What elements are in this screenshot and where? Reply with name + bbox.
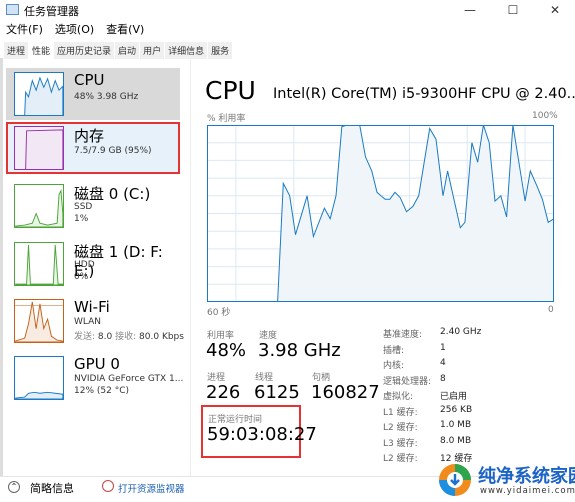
utilization-value: 48% bbox=[206, 340, 246, 361]
watermark-logo bbox=[437, 462, 473, 498]
sidebar-sub2: 0% bbox=[74, 272, 88, 282]
send-value: 8.0 bbox=[98, 332, 112, 342]
sidebar-sub: 7.5/7.9 GB (95%) bbox=[74, 146, 152, 156]
sidebar-sub2: 12% (52 °C) bbox=[74, 386, 129, 396]
close-button[interactable]: ✕ bbox=[535, 0, 575, 20]
minimize-button[interactable]: — bbox=[450, 0, 490, 20]
menu-view[interactable]: 查看(V) bbox=[106, 21, 144, 37]
open-resource-monitor-link[interactable]: 打开资源监视器 bbox=[118, 481, 185, 495]
watermark-text: 纯净系统家园 bbox=[478, 462, 575, 488]
spec-label: L2 缓存: bbox=[383, 451, 418, 464]
cpu-model: Intel(R) Core(TM) i5-9300HF CPU @ 2.40..… bbox=[273, 86, 575, 102]
spec-value: 已启用 bbox=[440, 389, 467, 402]
sidebar-name: 内存 bbox=[74, 125, 104, 146]
chart-ymax-label: 100% bbox=[532, 111, 558, 121]
spec-label: 基准速度: bbox=[383, 327, 422, 340]
sidebar-sub: SSD bbox=[74, 202, 92, 212]
cpu-usage-chart bbox=[207, 125, 554, 302]
sidebar-item-wifi[interactable]: Wi-Fi WLAN 发送: 8.0 接收: 80.0 Kbps bbox=[6, 295, 180, 347]
sidebar-sub: WLAN bbox=[74, 317, 101, 327]
handles-value: 160827 bbox=[311, 382, 380, 403]
tab-bar: 进程 性能 应用历史记录 启动 用户 详细信息 服务 bbox=[4, 42, 233, 59]
tab-app-history[interactable]: 应用历史记录 bbox=[54, 42, 114, 59]
spec-value: 256 KB bbox=[440, 405, 472, 415]
maximize-button[interactable]: ☐ bbox=[493, 0, 533, 20]
sidebar-name: GPU 0 bbox=[74, 355, 120, 373]
spec-value: 8.0 MB bbox=[440, 436, 471, 446]
chevron-up-icon[interactable]: ⌃ bbox=[8, 481, 20, 493]
sidebar-sub2: 1% bbox=[74, 214, 88, 224]
gpu-thumbnail bbox=[14, 356, 64, 400]
tab-startup[interactable]: 启动 bbox=[115, 42, 139, 59]
spec-value: 8 bbox=[440, 374, 446, 384]
chart-xleft-label: 60 秒 bbox=[207, 305, 230, 318]
chart-xright-label: 0 bbox=[548, 305, 554, 315]
spec-label: 虚拟化: bbox=[383, 389, 413, 402]
chart-ylabel: % 利用率 bbox=[207, 111, 245, 124]
sidebar-item-disk1[interactable]: 磁盘 1 (D: F: E:) HDD 0% bbox=[6, 238, 180, 290]
cpu-thumbnail bbox=[14, 72, 64, 116]
tab-services[interactable]: 服务 bbox=[208, 42, 232, 59]
receive-label: 接收: bbox=[115, 332, 136, 342]
spec-value: 1.0 MB bbox=[440, 420, 471, 430]
spec-label: L1 缓存: bbox=[383, 405, 418, 418]
fewer-details-link[interactable]: 简略信息 bbox=[30, 480, 74, 496]
menu-file[interactable]: 文件(F) bbox=[6, 21, 43, 37]
receive-value: 80.0 Kbps bbox=[139, 332, 184, 342]
wifi-thumbnail bbox=[14, 299, 64, 343]
app-icon bbox=[6, 4, 19, 15]
spec-label: 内核: bbox=[383, 358, 404, 371]
tab-processes[interactable]: 进程 bbox=[4, 42, 28, 59]
sidebar-item-gpu[interactable]: GPU 0 NVIDIA GeForce GTX 1... 12% (52 °C… bbox=[6, 352, 180, 404]
sidebar-sub: HDD bbox=[74, 260, 95, 270]
memory-thumbnail bbox=[14, 126, 64, 170]
spec-label: 逻辑处理器: bbox=[383, 374, 431, 387]
tab-details[interactable]: 详细信息 bbox=[165, 42, 207, 59]
uptime-highlight: 正常运行时间 59:03:08:27 bbox=[201, 405, 301, 458]
watermark-url: www.yidaimei.com bbox=[480, 486, 575, 496]
send-label: 发送: bbox=[74, 332, 95, 342]
resource-monitor-icon bbox=[102, 480, 114, 492]
title-bar: 任务管理器 — ☐ ✕ bbox=[0, 0, 575, 20]
tab-users[interactable]: 用户 bbox=[140, 42, 164, 59]
spec-value: 2.40 GHz bbox=[440, 327, 481, 337]
menu-options[interactable]: 选项(O) bbox=[55, 21, 94, 37]
sidebar-sub: 48% 3.98 GHz bbox=[74, 92, 138, 102]
spec-label: L2 缓存: bbox=[383, 420, 418, 433]
menu-bar: 文件(F) 选项(O) 查看(V) bbox=[6, 21, 144, 37]
disk1-thumbnail bbox=[14, 242, 64, 286]
threads-value: 6125 bbox=[254, 382, 300, 403]
spec-value: 4 bbox=[440, 358, 446, 368]
sidebar-item-cpu[interactable]: CPU 48% 3.98 GHz bbox=[6, 68, 180, 120]
sidebar-item-disk0[interactable]: 磁盘 0 (C:) SSD 1% bbox=[6, 180, 180, 232]
divider bbox=[0, 58, 3, 476]
spec-value: 1 bbox=[440, 343, 446, 353]
sidebar-name: CPU bbox=[74, 71, 105, 89]
speed-value: 3.98 GHz bbox=[258, 340, 341, 361]
spec-label: 插槽: bbox=[383, 343, 404, 356]
sidebar-name: 磁盘 0 (C:) bbox=[74, 183, 150, 204]
sidebar-sub2: 发送: 8.0 接收: 80.0 Kbps bbox=[74, 329, 184, 342]
page-title: CPU bbox=[205, 76, 256, 105]
uptime-value: 59:03:08:27 bbox=[207, 424, 317, 445]
sidebar-item-memory[interactable]: 内存 7.5/7.9 GB (95%) bbox=[6, 122, 180, 174]
spec-label: L3 缓存: bbox=[383, 436, 418, 449]
tab-performance[interactable]: 性能 bbox=[29, 42, 53, 59]
sidebar-sub: NVIDIA GeForce GTX 1... bbox=[74, 374, 183, 384]
sidebar-name: Wi-Fi bbox=[74, 298, 110, 316]
panel-divider bbox=[190, 58, 191, 476]
window-title: 任务管理器 bbox=[24, 3, 79, 19]
processes-value: 226 bbox=[206, 382, 240, 403]
disk0-thumbnail bbox=[14, 184, 64, 228]
